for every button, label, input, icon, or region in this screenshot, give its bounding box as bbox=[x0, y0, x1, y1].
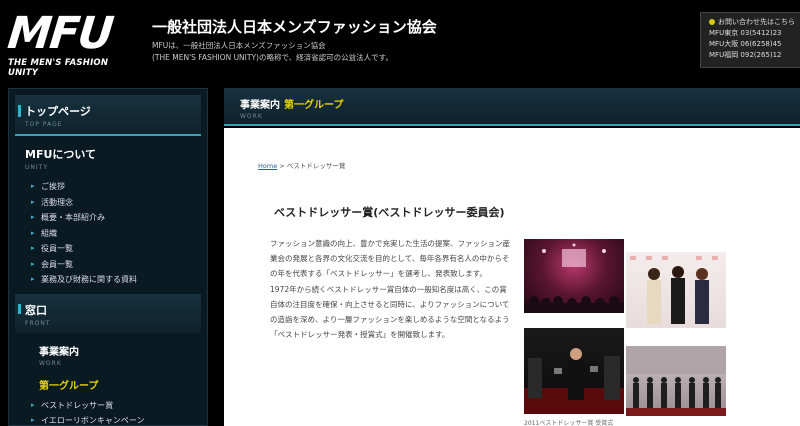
site-header: MFU THE MEN'S FASHION UNITY 一般社団法人日本メンズフ… bbox=[0, 0, 800, 86]
photo-caption: 2011ベストドレッサー賞 受賞式 bbox=[524, 420, 614, 426]
bullet-icon bbox=[709, 19, 715, 25]
sidebar-unity-label: MFUについて bbox=[25, 148, 97, 161]
marker-icon bbox=[18, 303, 21, 314]
breadcrumb: Home > ベストドレッサー賞 bbox=[258, 160, 345, 170]
main-content: Home > ベストドレッサー賞 ベストドレッサー賞(ベストドレッサー委員会) … bbox=[224, 128, 800, 426]
sidebar-unity-sub: UNITY bbox=[25, 164, 48, 171]
section-banner: 事業案内 第一グループ WORK bbox=[224, 88, 800, 126]
sidebar-unity-list: ご挨拶 活動理念 概要・本部紹介み 組織 役員一覧 会員一覧 業務及び財務に関す… bbox=[9, 175, 207, 288]
sidebar-link-organization[interactable]: 組織 bbox=[31, 226, 207, 242]
banner-title: 事業案内 bbox=[240, 100, 280, 111]
sidebar-link-best-dresser[interactable]: ベストドレッサー賞 bbox=[31, 398, 207, 414]
sidebar-item-work[interactable]: 事業案内 bbox=[9, 333, 207, 360]
breadcrumb-current: > ベストドレッサー賞 bbox=[277, 162, 346, 170]
award-winners-photo bbox=[626, 252, 726, 328]
sidebar-item-unity[interactable]: MFUについて UNITY bbox=[9, 136, 207, 175]
sidebar-link-members[interactable]: 会員一覧 bbox=[31, 257, 207, 273]
org-description: MFUは、一般社団法人日本メンズファッション協会 (THE MEN'S FASH… bbox=[152, 40, 512, 64]
contact-fukuoka: MFU福岡 092(265)12 bbox=[709, 51, 782, 59]
banner-title-row: 事業案内 第一グループ bbox=[240, 96, 800, 111]
sidebar-link-yellow-ribbon[interactable]: イエローリボンキャンペーン bbox=[31, 413, 207, 426]
banner-sub: WORK bbox=[240, 113, 263, 120]
org-desc-line2: (THE MEN'S FASHION UNITY)の略称で、経済省認可の公益法人… bbox=[152, 53, 393, 62]
body-text: ファッション意識の向上、豊かで充実した生活の提案、ファッション産業会の発展と各界… bbox=[270, 236, 510, 342]
page-title: ベストドレッサー賞(ベストドレッサー委員会) bbox=[274, 206, 505, 219]
sidebar-link-philosophy[interactable]: 活動理念 bbox=[31, 195, 207, 211]
award-stage-photo bbox=[524, 239, 624, 313]
contact-box: お問い合わせ先はこちら MFU東京 03(5412)23 MFU大阪 06(62… bbox=[700, 12, 800, 68]
sidebar-group1-list: ベストドレッサー賞 イエローリボンキャンペーン bbox=[9, 394, 207, 426]
sidebar-work-sub: WORK bbox=[39, 359, 62, 367]
breadcrumb-home-link[interactable]: Home bbox=[258, 162, 277, 170]
sidebar-item-front[interactable]: 窓口 FRONT bbox=[15, 293, 201, 333]
red-carpet-photo bbox=[524, 328, 624, 414]
sidebar-nav: トップページ TOP PAGE MFUについて UNITY ご挨拶 活動理念 概… bbox=[8, 88, 208, 426]
org-desc-line1: MFUは、一般社団法人日本メンズファッション協会 bbox=[152, 41, 326, 50]
marker-icon bbox=[18, 105, 21, 117]
sidebar-link-greeting[interactable]: ご挨拶 bbox=[31, 179, 207, 195]
sidebar-top-label: トップページ bbox=[25, 105, 91, 118]
contact-osaka: MFU大阪 06(6258)45 bbox=[709, 40, 782, 48]
group-ceremony-photo bbox=[626, 346, 726, 416]
sidebar-front-label: 窓口 bbox=[25, 303, 47, 317]
paragraph-1: ファッション意識の向上、豊かで充実した生活の提案、ファッション産業会の発展と各界… bbox=[270, 239, 510, 279]
org-title: 一般社団法人日本メンズファッション協会 bbox=[152, 18, 437, 36]
sidebar-item-group1[interactable]: 第一グループ bbox=[9, 369, 207, 394]
mfu-logo[interactable]: MFU THE MEN'S FASHION UNITY bbox=[5, 8, 136, 78]
sidebar-link-overview[interactable]: 概要・本部紹介み bbox=[31, 210, 207, 226]
contact-heading-row[interactable]: お問い合わせ先はこちら bbox=[709, 17, 800, 28]
logo-mark: MFU bbox=[5, 8, 115, 59]
sidebar-top-sub: TOP PAGE bbox=[25, 121, 63, 128]
paragraph-2: 1972年から続くベストドレッサー賞自体の一般知名度は高く、この賞自体の注目度を… bbox=[270, 284, 510, 340]
sidebar-item-top[interactable]: トップページ TOP PAGE bbox=[15, 95, 201, 136]
sidebar-front-sub: FRONT bbox=[25, 319, 51, 327]
banner-group: 第一グループ bbox=[284, 100, 344, 111]
contact-heading: お問い合わせ先はこちら bbox=[718, 18, 795, 26]
contact-tokyo: MFU東京 03(5412)23 bbox=[709, 29, 782, 37]
sidebar-link-officers[interactable]: 役員一覧 bbox=[31, 241, 207, 257]
sidebar-link-financials[interactable]: 業務及び財務に関する資料 bbox=[31, 272, 207, 288]
logo-tagline: THE MEN'S FASHION UNITY bbox=[8, 58, 109, 78]
